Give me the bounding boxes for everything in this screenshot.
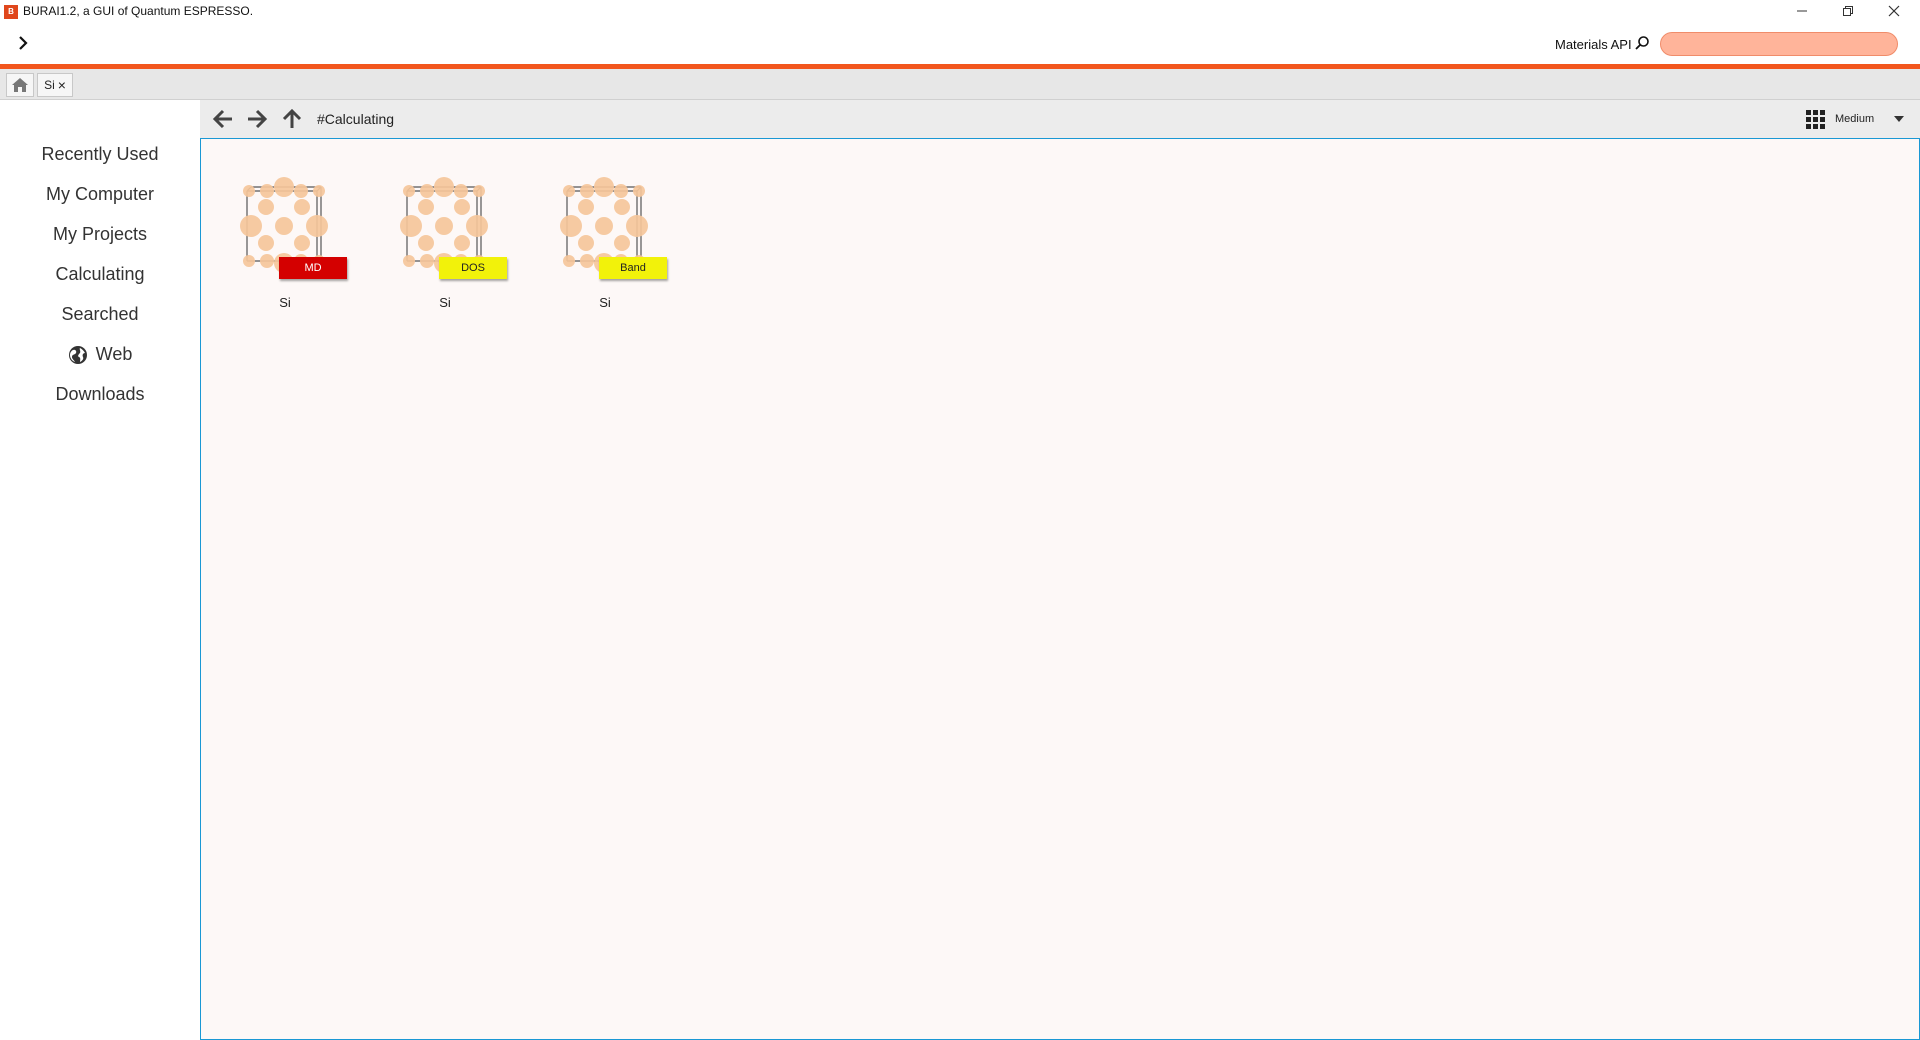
sidebar-item-downloads[interactable]: Downloads (0, 384, 200, 405)
sidebar-item-web[interactable]: Web (0, 344, 200, 365)
file-name: Si (599, 295, 611, 310)
sidebar-item-label: Recently Used (41, 144, 159, 164)
title-bar: B BURAI1.2, a GUI of Quantum ESPRESSO. (0, 0, 1920, 22)
search-icon[interactable] (1634, 35, 1650, 51)
close-icon (1888, 5, 1900, 17)
dropdown-arrow-icon (1894, 116, 1904, 122)
restore-button[interactable] (1826, 0, 1870, 22)
file-browser-content: MD Si DOS Si Band Si (200, 138, 1920, 1040)
minimize-button[interactable] (1780, 0, 1824, 22)
sidebar-item-label: My Computer (45, 184, 155, 204)
sidebar-item-label: Calculating (55, 264, 145, 284)
calc-type-badge: MD (279, 257, 347, 279)
file-name: Si (279, 295, 291, 310)
sidebar: Recently Used My Computer My Projects Ca… (0, 100, 200, 1040)
sidebar-item-label: My Projects (52, 224, 148, 244)
globe-icon (68, 345, 87, 364)
grid-view-icon[interactable] (1806, 110, 1826, 130)
tab-si[interactable]: Si × (37, 73, 73, 97)
file-item[interactable]: MD Si (201, 175, 347, 310)
sidebar-item-recently-used[interactable]: Recently Used (0, 144, 200, 165)
sidebar-item-label: Downloads (55, 384, 145, 404)
view-size-dropdown[interactable] (1892, 112, 1906, 126)
tab-label: Si (44, 78, 55, 92)
back-button[interactable] (210, 106, 236, 132)
file-name: Si (439, 295, 451, 310)
sidebar-item-my-computer[interactable]: My Computer (0, 184, 200, 205)
forward-arrow-icon (248, 109, 268, 129)
materials-api-search-input[interactable] (1660, 32, 1898, 56)
chevron-right-icon (19, 36, 28, 50)
minimize-icon (1797, 10, 1807, 12)
tab-home[interactable] (6, 73, 34, 97)
up-button[interactable] (279, 106, 305, 132)
forward-button[interactable] (244, 106, 270, 132)
tab-strip: Si × (0, 69, 1920, 100)
app-icon: B (4, 5, 18, 19)
window-title: BURAI1.2, a GUI of Quantum ESPRESSO. (23, 4, 254, 18)
file-item[interactable]: DOS Si (361, 175, 507, 310)
tab-close-icon[interactable]: × (58, 77, 66, 93)
up-arrow-icon (282, 108, 302, 128)
view-size-label[interactable]: Medium (1835, 113, 1874, 125)
expand-menu-button[interactable] (12, 32, 34, 54)
sidebar-item-searched[interactable]: Searched (0, 304, 200, 325)
sidebar-item-label: Web (95, 344, 133, 364)
sidebar-item-calculating[interactable]: Calculating (0, 264, 200, 285)
main-toolbar: Materials API (0, 22, 1920, 64)
materials-api-label: Materials API (1555, 37, 1632, 52)
navigation-bar: #Calculating Medium (200, 100, 1920, 138)
home-icon (12, 78, 28, 92)
back-arrow-icon (212, 109, 232, 129)
sidebar-item-my-projects[interactable]: My Projects (0, 224, 200, 245)
file-item[interactable]: Band Si (521, 175, 667, 310)
current-path: #Calculating (317, 111, 395, 127)
sidebar-item-label: Searched (61, 304, 139, 324)
restore-icon (1843, 6, 1853, 16)
close-button[interactable] (1872, 0, 1916, 22)
calc-type-badge: Band (599, 257, 667, 279)
calc-type-badge: DOS (439, 257, 507, 279)
